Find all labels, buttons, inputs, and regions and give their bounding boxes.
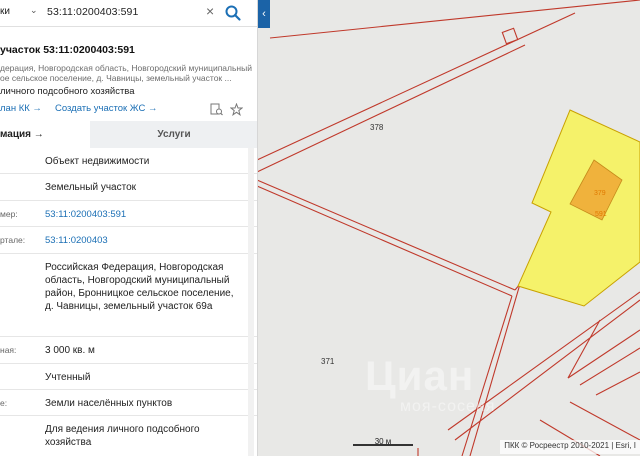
- search-icon[interactable]: [224, 4, 242, 22]
- parcel-usage: личного подсобного хозяйства: [0, 86, 135, 97]
- boundary-line: [256, 12, 576, 161]
- create-zhs-link[interactable]: Создать участок ЖС →: [55, 103, 157, 114]
- close-icon[interactable]: ×: [206, 3, 214, 19]
- collapse-panel-button[interactable]: ‹: [258, 0, 270, 28]
- table-row: Объект недвижимости: [0, 148, 257, 174]
- boundary-line: [256, 179, 516, 291]
- cadastral-number-link[interactable]: 53:11:0200403:591: [45, 201, 257, 227]
- row-label: мер:: [0, 209, 18, 219]
- row-value: Для ведения личного подсобного хозяйства: [45, 424, 200, 448]
- row-label: е:: [0, 398, 8, 408]
- table-row: Российская Федерация, Новгородская облас…: [0, 254, 257, 337]
- watermark-subtitle: моя-сосеня: [400, 398, 496, 415]
- table-row: Земельный участок: [0, 174, 257, 201]
- small-building-outline: [501, 27, 519, 45]
- row-label: ная:: [0, 345, 17, 355]
- document-search-icon[interactable]: [210, 103, 223, 116]
- tab-information[interactable]: мация →: [0, 121, 90, 148]
- tab-services[interactable]: Услуги: [90, 121, 257, 148]
- parcel-label-591: 591: [595, 211, 607, 218]
- chevron-left-icon: ‹: [262, 8, 266, 20]
- row-value: Земли населённых пунктов: [45, 398, 173, 409]
- action-links: лан КК → Создать участок ЖС →: [0, 103, 257, 117]
- quarter-number-link[interactable]: 53:11:0200403: [45, 227, 257, 253]
- table-row: ная: 3 000 кв. м: [0, 337, 257, 364]
- map-attribution: ПКК © Росреестр 2010-2021 | Esri, I: [500, 440, 640, 454]
- parcel-label-379: 379: [594, 190, 606, 197]
- boundary-line: [256, 185, 513, 297]
- row-value: Объект недвижимости: [45, 156, 150, 167]
- parcel-title: участок 53:11:0200403:591: [0, 44, 135, 56]
- boundary-line: [567, 319, 601, 379]
- table-row: Учтенный: [0, 364, 257, 390]
- table-row: Для ведения личного подсобного хозяйства: [0, 416, 257, 456]
- search-input[interactable]: 53:11:0200403:591: [47, 6, 138, 18]
- row-label: ртале:: [0, 235, 26, 245]
- plan-kk-link[interactable]: лан КК →: [0, 103, 42, 114]
- boundary-line: [469, 283, 521, 456]
- attribute-table: Объект недвижимости Земельный участок ме…: [0, 148, 257, 456]
- row-value: Российская Федерация, Новгородская облас…: [45, 262, 234, 312]
- table-row: ртале: 53:11:0200403: [0, 227, 257, 254]
- search-mode-label[interactable]: ки: [0, 6, 10, 17]
- parcel-label-378: 378: [370, 123, 384, 132]
- search-bar: ки ⌄ 53:11:0200403:591 ×: [0, 0, 257, 27]
- star-icon[interactable]: [230, 103, 243, 116]
- row-value: Земельный участок: [45, 182, 137, 193]
- chevron-down-icon[interactable]: ⌄: [30, 5, 38, 16]
- boundary-line: [454, 299, 640, 441]
- table-row: мер: 53:11:0200403:591: [0, 201, 257, 227]
- parcel-address-line1: дерация, Новгородская область, Новгородс…: [0, 63, 252, 73]
- parcel-label-371: 371: [321, 357, 335, 366]
- row-value: 3 000 кв. м: [45, 345, 95, 356]
- boundary-line: [569, 401, 640, 441]
- panel-scrollbar[interactable]: [248, 148, 254, 456]
- watermark: Циан: [365, 352, 475, 399]
- scale-bar: 30 м: [353, 437, 413, 448]
- boundary-line: [595, 371, 640, 396]
- panel-tabs: мация → Услуги: [0, 121, 257, 148]
- table-row: е: Земли населённых пунктов: [0, 390, 257, 416]
- parcel-address-line2: ое сельское поселение, д. Чавницы, земел…: [0, 73, 232, 83]
- row-value: Учтенный: [45, 372, 91, 383]
- boundary-line: [579, 347, 640, 386]
- scale-line: [353, 444, 413, 446]
- boundary-line: [256, 44, 526, 173]
- info-panel: ки ⌄ 53:11:0200403:591 × участок 53:11:0…: [0, 0, 258, 456]
- boundary-line: [269, 0, 640, 39]
